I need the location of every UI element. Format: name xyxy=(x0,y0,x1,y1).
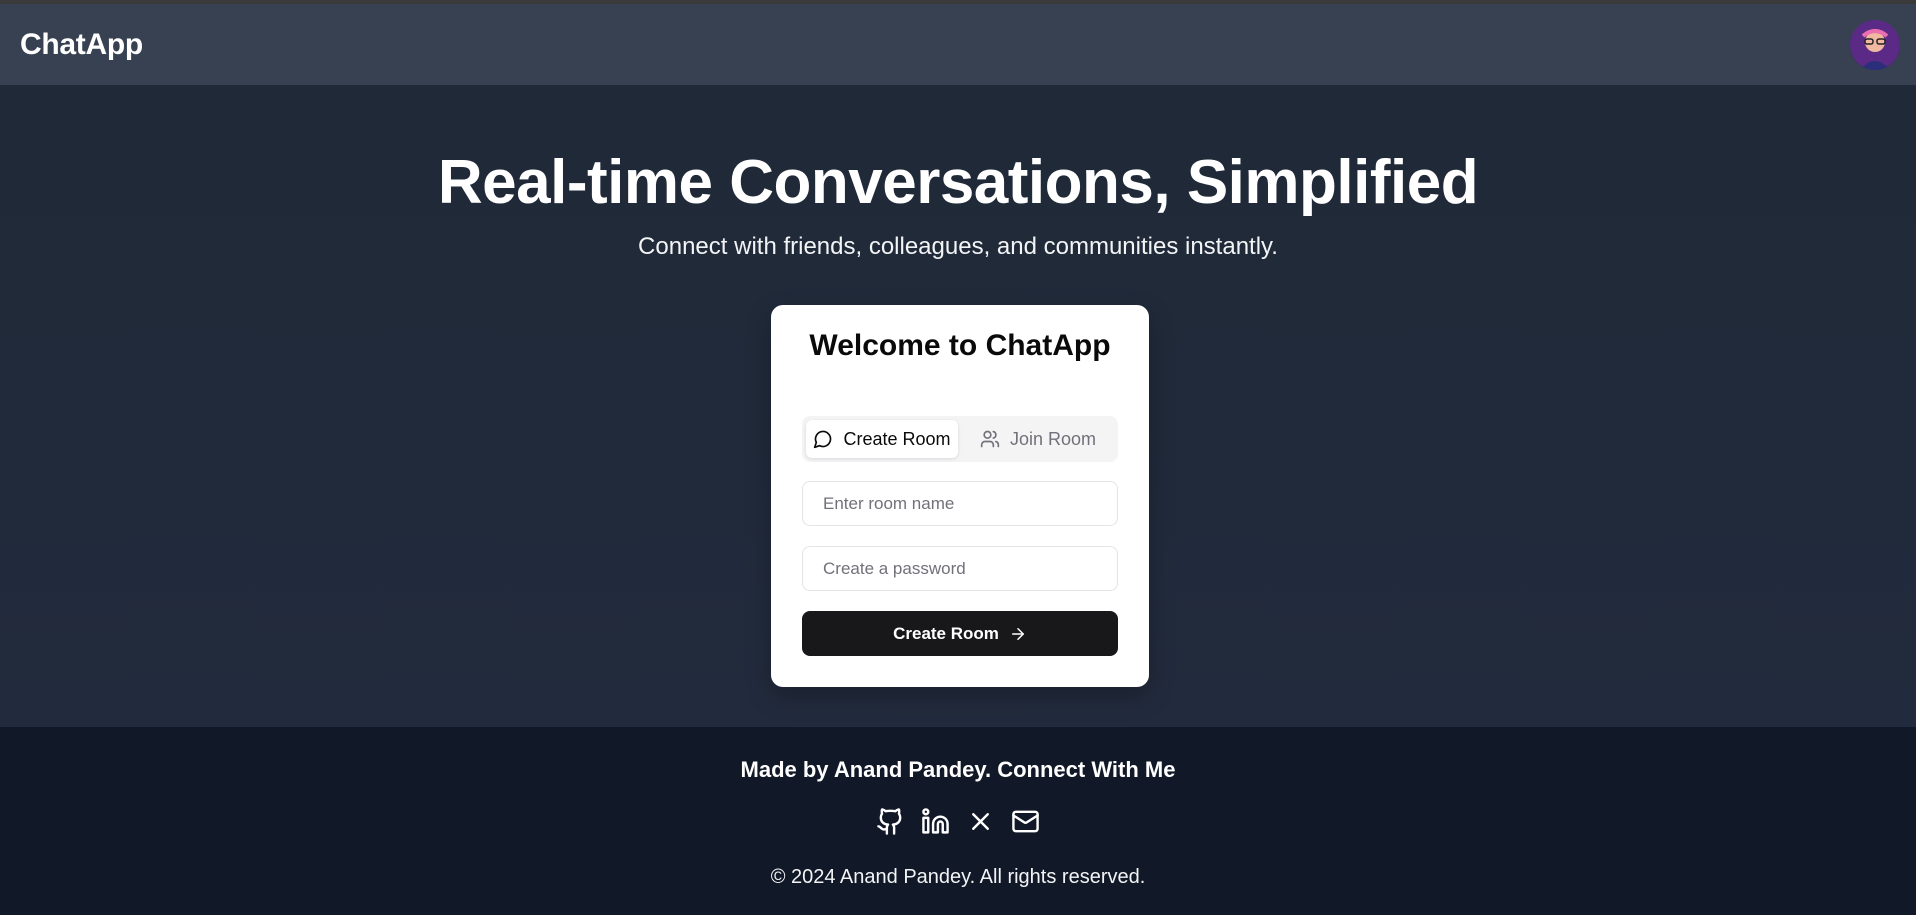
social-links xyxy=(0,807,1916,836)
users-icon xyxy=(980,430,1000,448)
password-input[interactable] xyxy=(802,546,1118,591)
mail-icon xyxy=(1012,810,1039,833)
linkedin-link[interactable] xyxy=(921,807,950,836)
github-icon xyxy=(877,808,902,835)
avatar-image xyxy=(1850,19,1900,70)
main-content: Real-time Conversations, Simplified Conn… xyxy=(0,85,1916,727)
room-name-input[interactable] xyxy=(802,481,1118,526)
create-room-button-label: Create Room xyxy=(893,623,999,643)
brand-logo[interactable]: ChatApp xyxy=(20,28,143,62)
hero-title: Real-time Conversations, Simplified xyxy=(437,148,1479,217)
mail-link[interactable] xyxy=(1011,807,1040,836)
create-room-button[interactable]: Create Room xyxy=(802,611,1118,656)
arrow-right-icon xyxy=(1011,627,1024,640)
hero-subtitle: Connect with friends, colleagues, and co… xyxy=(638,233,1278,260)
navbar: ChatApp xyxy=(0,4,1916,85)
room-card: Welcome to ChatApp Create Room Join Room xyxy=(771,305,1149,687)
tab-join-room[interactable]: Join Room xyxy=(962,420,1114,458)
tab-create-room[interactable]: Create Room xyxy=(806,420,958,458)
github-link[interactable] xyxy=(876,807,905,836)
card-title: Welcome to ChatApp xyxy=(809,329,1111,362)
x-icon xyxy=(972,813,989,830)
user-avatar[interactable] xyxy=(1850,19,1900,70)
x-link[interactable] xyxy=(966,807,995,836)
message-circle-icon xyxy=(814,430,832,449)
footer: Made by Anand Pandey. Connect With Me © … xyxy=(0,727,1916,915)
tab-join-room-label: Join Room xyxy=(1009,428,1097,449)
footer-credit: Made by Anand Pandey. Connect With Me xyxy=(740,757,1176,782)
tab-create-room-label: Create Room xyxy=(843,428,951,449)
copyright-text: © 2024 Anand Pandey. All rights reserved… xyxy=(770,866,1146,888)
room-tabs: Create Room Join Room xyxy=(802,416,1118,462)
linkedin-icon xyxy=(922,808,949,834)
